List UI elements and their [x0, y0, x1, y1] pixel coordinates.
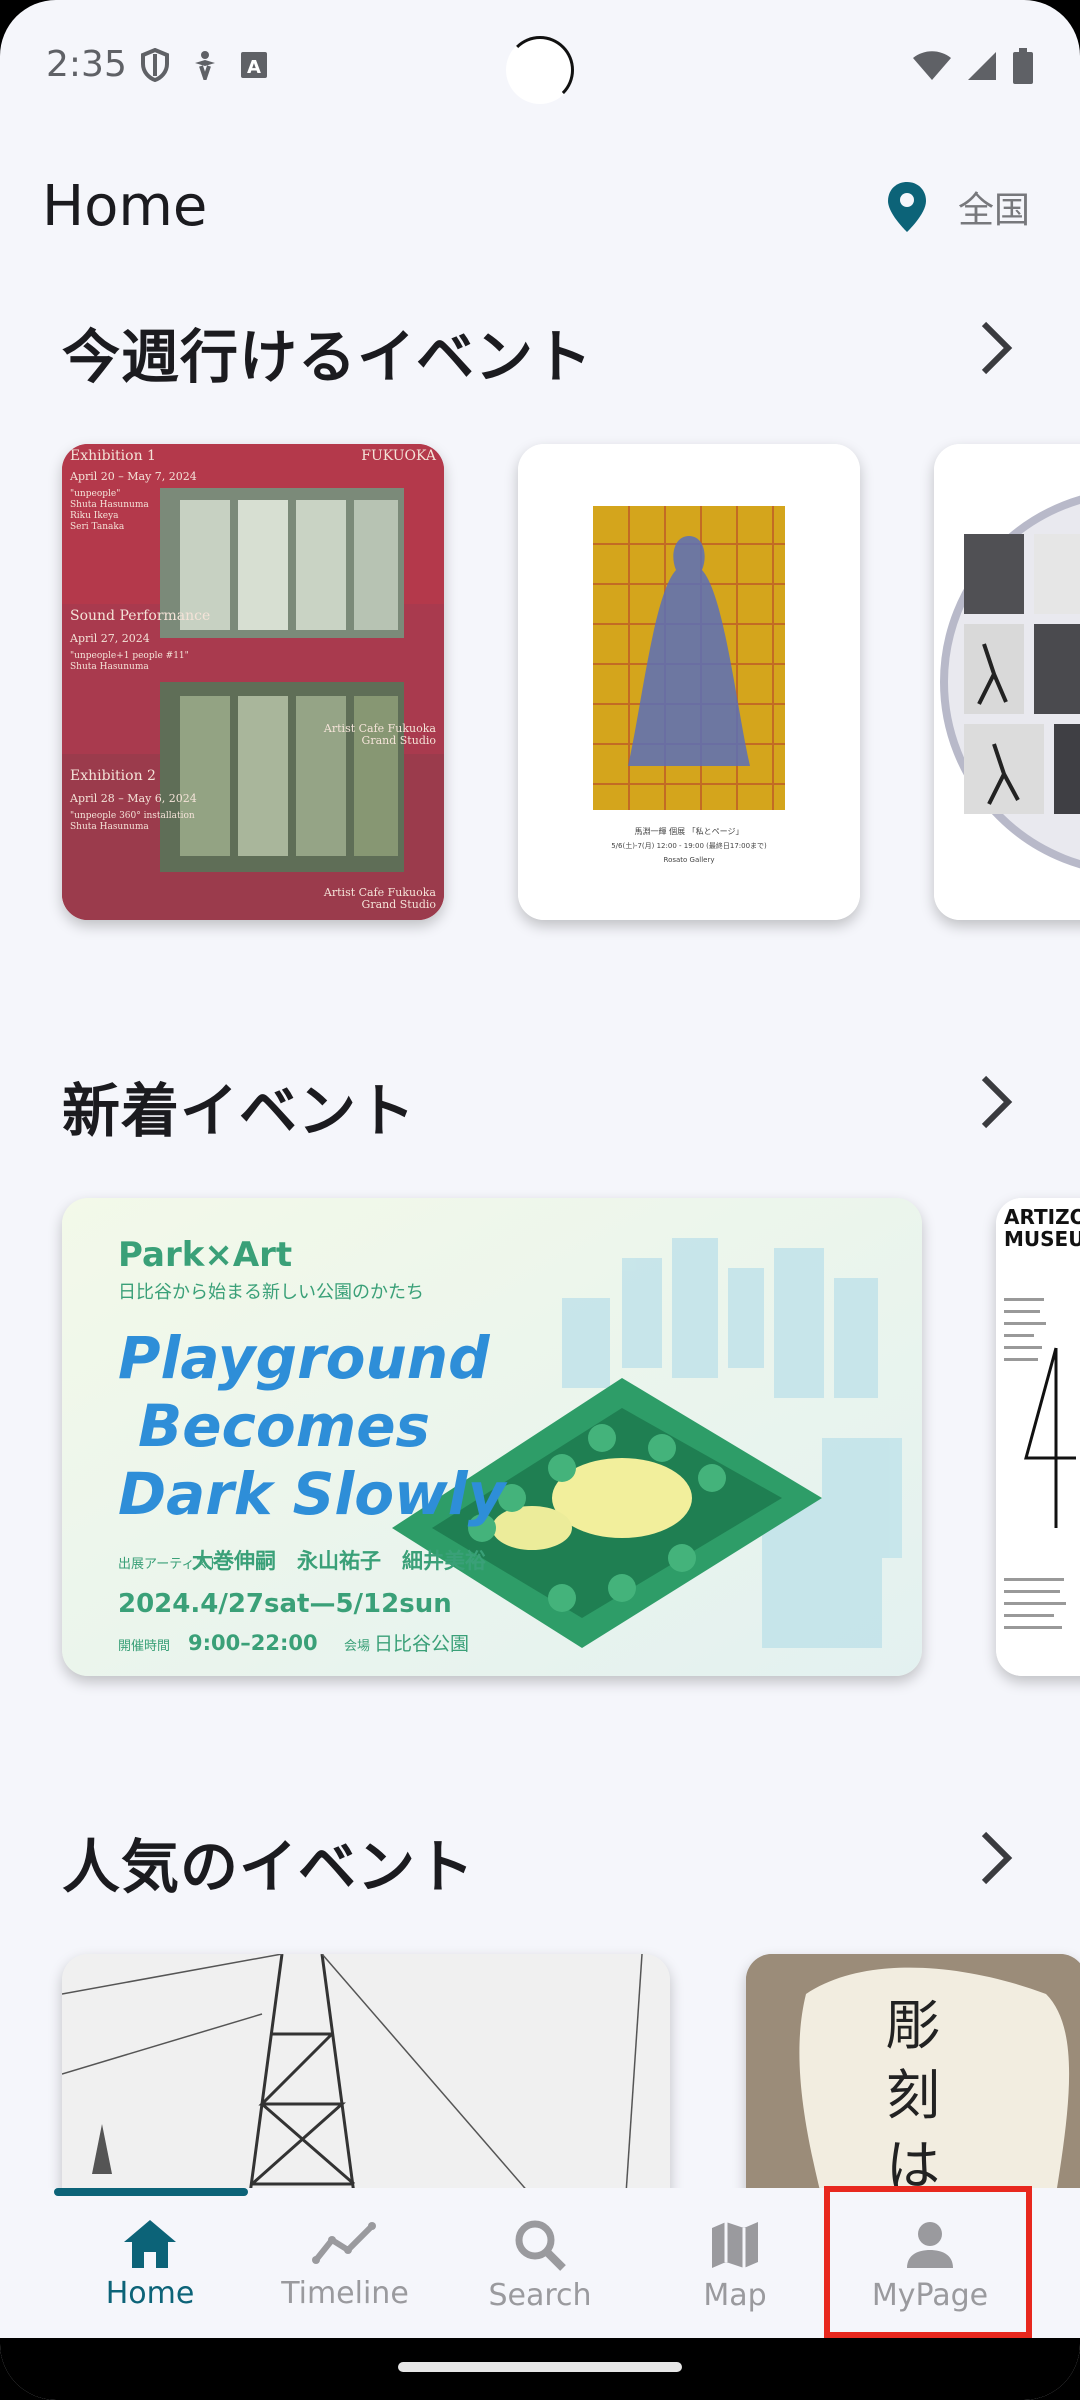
- poster-text: 5/6(土)-7(月) 12:00 - 19:00 (最終日17:00まで): [611, 841, 767, 850]
- app-header: Home 全国: [0, 160, 1080, 260]
- banner-text: 大巻伸嗣 永山祐子 細井美裕: [192, 1549, 486, 1573]
- fukuoka-poster-art: Exhibition 1 FUKUOKA April 20 – May 7, 2…: [62, 444, 444, 920]
- nav-label-home: Home: [105, 2276, 195, 2311]
- nav-item-home[interactable]: Home: [55, 2188, 245, 2338]
- event-card-fukuoka[interactable]: Exhibition 1 FUKUOKA April 20 – May 7, 2…: [62, 444, 444, 920]
- chevron-right-icon[interactable]: [972, 318, 1020, 378]
- status-time: 2:35: [46, 44, 127, 85]
- accessibility-icon: [195, 51, 215, 80]
- nav-item-map[interactable]: Map: [640, 2188, 830, 2338]
- poster-text: ARTIZON: [1004, 1205, 1080, 1229]
- poster-text: "unpeople": [70, 489, 120, 499]
- location-selector[interactable]: 全国: [886, 180, 1030, 234]
- event-card-park-art[interactable]: Park×Art 日比谷から始まる新しい公園のかたち Playground Be…: [62, 1198, 922, 1676]
- poster-text: Rosato Gallery: [664, 856, 715, 864]
- nav-active-indicator: [54, 2188, 248, 2196]
- poster-text: Exhibition 1: [70, 448, 156, 464]
- poster-text: Shuta Hasunuma: [70, 822, 149, 832]
- home-screen: 2:35 A Home 全国 今週行けるイベント Exhibition 1 FU…: [0, 0, 1080, 2400]
- event-card-artizon[interactable]: ARTIZON MUSEUM: [996, 1198, 1080, 1676]
- chevron-right-icon[interactable]: [972, 1828, 1020, 1888]
- poster-text: Grand Studio: [362, 734, 437, 747]
- poster-text: Shuta Hasunuma: [70, 500, 149, 510]
- section-title-popular: 人気のイベント: [62, 1833, 476, 1901]
- wifi-icon: [913, 51, 951, 80]
- page-title: Home: [42, 174, 208, 239]
- poster-text: Grand Studio: [362, 898, 437, 911]
- poster-text: MUSEUM: [1004, 1227, 1080, 1251]
- banner-text: Dark Slowly: [118, 1460, 508, 1528]
- signal-icon: [968, 52, 996, 80]
- banner-text: 2024.4/27sat—5/12sun: [118, 1589, 452, 1619]
- banner-text: Becomes: [138, 1392, 430, 1460]
- poster-text: Seri Tanaka: [70, 522, 125, 532]
- status-bar: 2:35 A: [0, 0, 1080, 130]
- nav-item-timeline[interactable]: Timeline: [250, 2188, 440, 2338]
- poster-text: 馬淵一輝 個展 「私とページ」: [635, 826, 744, 836]
- banner-text: Park×Art: [118, 1235, 292, 1275]
- search-icon: [515, 2220, 566, 2271]
- nav-label-map: Map: [703, 2278, 767, 2313]
- poster-text: Riku Ikeya: [70, 511, 119, 521]
- nav-label-timeline: Timeline: [281, 2276, 409, 2311]
- nav-label-search: Search: [488, 2278, 592, 2313]
- font-icon: A: [241, 52, 267, 78]
- nav-item-search[interactable]: Search: [445, 2188, 635, 2338]
- banner-text: 9:00–22:00: [188, 1631, 318, 1655]
- timeline-icon: [312, 2222, 376, 2264]
- park-art-banner-art: Park×Art 日比谷から始まる新しい公園のかたち Playground Be…: [62, 1198, 922, 1676]
- poster-text: Sound Performance: [70, 608, 210, 624]
- painting-poster-art: 馬淵一輝 個展 「私とページ」 5/6(土)-7(月) 12:00 - 19:0…: [518, 444, 860, 920]
- section-title-this-week: 今週行けるイベント: [62, 323, 594, 391]
- poster-text: April 27, 2024: [69, 632, 150, 645]
- front-camera: [506, 36, 574, 104]
- location-pin-icon: [887, 182, 926, 232]
- poster-text: "unpeople 360° installation: [70, 811, 195, 821]
- poster-text: FUKUOKA: [361, 448, 437, 464]
- mypage-highlight-box: [824, 2186, 1032, 2338]
- poster-text: 彫: [886, 1994, 940, 2057]
- svg-text:A: A: [247, 57, 261, 78]
- event-card-painting[interactable]: 馬淵一輝 個展 「私とページ」 5/6(土)-7(月) 12:00 - 19:0…: [518, 444, 860, 920]
- section-title-new: 新着イベント: [62, 1077, 417, 1145]
- artizon-poster-art: ARTIZON MUSEUM: [996, 1198, 1080, 1676]
- banner-text: Playground: [118, 1324, 490, 1392]
- chevron-right-icon[interactable]: [972, 1072, 1020, 1132]
- poster-text: April 20 – May 7, 2024: [69, 470, 197, 483]
- sculpture-photo-art: [934, 444, 1080, 920]
- gesture-handle[interactable]: [398, 2362, 682, 2372]
- event-card-sculpture[interactable]: [934, 444, 1080, 920]
- poster-text: Exhibition 2: [70, 768, 156, 784]
- shield-icon: [141, 48, 169, 82]
- banner-text: 日比谷公園: [374, 1633, 469, 1655]
- battery-icon: [1013, 48, 1033, 84]
- poster-text: "unpeople+1 people #11": [70, 651, 189, 661]
- poster-text: Shuta Hasunuma: [70, 662, 149, 672]
- map-icon: [712, 2222, 758, 2268]
- poster-text: 刻: [886, 2064, 940, 2127]
- banner-text: 日比谷から始まる新しい公園のかたち: [118, 1282, 424, 1303]
- location-label: 全国: [957, 190, 1030, 231]
- banner-text: 開催時間: [118, 1639, 170, 1654]
- poster-text: April 28 – May 6, 2024: [69, 792, 197, 805]
- banner-text: 会場: [344, 1639, 370, 1654]
- home-icon: [124, 2220, 176, 2268]
